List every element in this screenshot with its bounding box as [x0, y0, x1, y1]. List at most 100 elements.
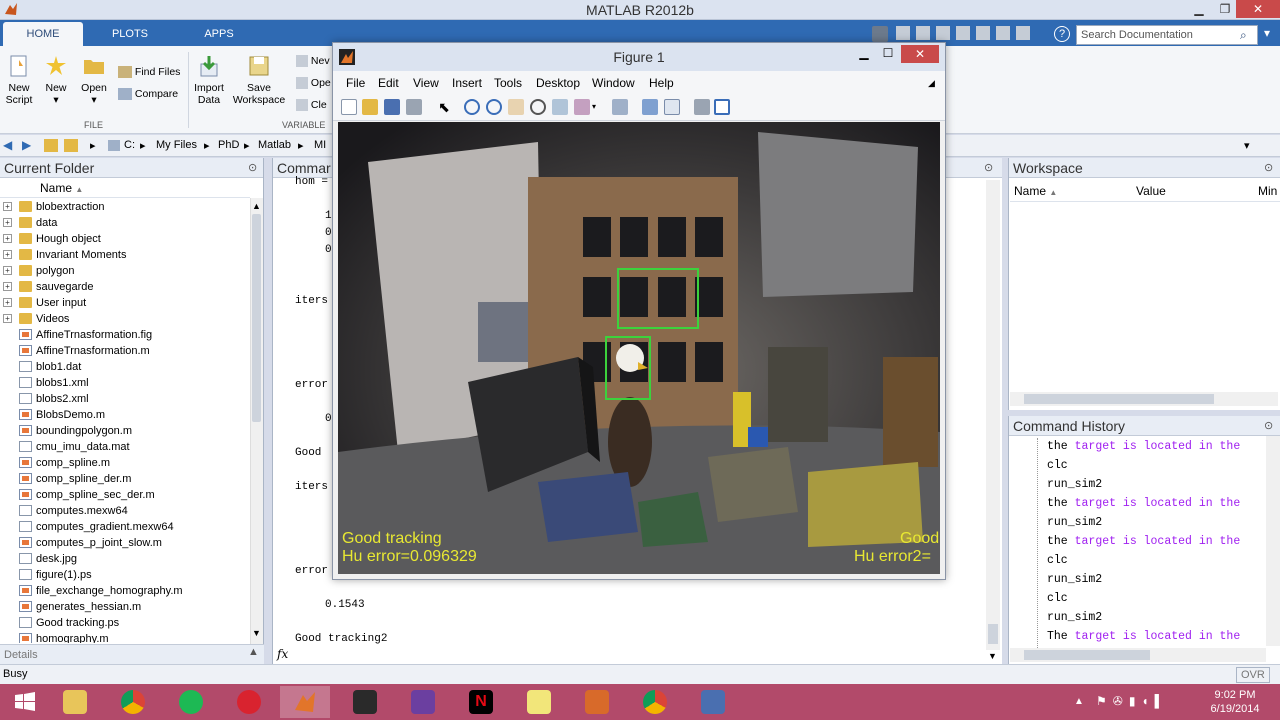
column-header-name[interactable]: Name ▲	[1014, 180, 1057, 204]
taskbar-office[interactable]	[572, 686, 622, 718]
forward-icon[interactable]: ▶	[22, 138, 31, 152]
up-folder-icon[interactable]	[44, 139, 58, 152]
data-cursor-icon[interactable]	[552, 99, 568, 115]
expand-icon[interactable]: +	[3, 282, 12, 291]
taskbar-clock[interactable]: 9:02 PM 6/19/2014	[1204, 688, 1266, 716]
expand-icon[interactable]: +	[3, 266, 12, 275]
figure-minimize-button[interactable]: ▁	[853, 46, 875, 60]
taskbar-steam[interactable]	[340, 686, 390, 718]
folder-list-item[interactable]: blobs1.xml	[0, 375, 250, 391]
folder-list-item[interactable]: blobs2.xml	[0, 391, 250, 407]
expand-icon[interactable]: +	[3, 234, 12, 243]
show-plot-tools-icon[interactable]	[714, 99, 730, 115]
folder-list-item[interactable]: homography.m	[0, 631, 250, 643]
folder-list-item[interactable]: figure(1).ps	[0, 567, 250, 583]
hide-plot-tools-icon[interactable]	[694, 99, 710, 115]
folder-list-item[interactable]: + sauvegarde	[0, 279, 250, 295]
folder-list-item[interactable]: comp_spline_sec_der.m	[0, 487, 250, 503]
breadcrumb-mi[interactable]: MI	[314, 139, 326, 151]
history-entry[interactable]: run_sim2	[1047, 611, 1102, 624]
menu-desktop[interactable]: Desktop	[536, 76, 580, 90]
history-entry[interactable]: the target is located in the	[1047, 440, 1240, 453]
restore-button[interactable]: ❐	[1212, 0, 1238, 18]
figure-close-button[interactable]: ✕	[901, 45, 939, 63]
link-plot-icon[interactable]	[612, 99, 628, 115]
start-button[interactable]	[0, 686, 50, 718]
panel-menu-icon[interactable]: ⊙	[1264, 161, 1273, 174]
breadcrumb-c[interactable]: C:	[124, 139, 135, 151]
folder-list-item[interactable]: blob1.dat	[0, 359, 250, 375]
taskbar-save[interactable]	[688, 686, 738, 718]
menu-tools[interactable]: Tools	[494, 76, 522, 90]
new-variable-button[interactable]: Nev	[296, 52, 330, 70]
folder-list-item[interactable]: AffineTrnasformation.fig	[0, 327, 250, 343]
history-entry[interactable]: clc	[1047, 592, 1068, 605]
tray-arrow-icon[interactable]: ▲	[1074, 696, 1084, 707]
taskbar-netflix[interactable]: N	[456, 686, 506, 718]
figure-maximize-button[interactable]: ☐	[877, 46, 899, 60]
back-icon[interactable]: ◀	[3, 138, 12, 152]
brush-icon[interactable]	[574, 99, 590, 115]
new-button[interactable]: New ▾	[40, 54, 72, 106]
find-files-button[interactable]: Find Files	[118, 63, 188, 81]
history-hscroll-thumb[interactable]	[1024, 650, 1150, 660]
details-toggle-icon[interactable]: ▲	[248, 646, 259, 658]
minimize-button[interactable]: ▁	[1186, 0, 1212, 18]
new-figure-icon[interactable]	[341, 99, 357, 115]
insert-legend-icon[interactable]	[664, 99, 680, 115]
panel-menu-icon[interactable]: ⊙	[984, 161, 993, 174]
menu-edit[interactable]: Edit	[378, 76, 399, 90]
insert-colorbar-icon[interactable]	[642, 99, 658, 115]
taskbar-yahoo[interactable]	[398, 686, 448, 718]
figure-menu-arrow-icon[interactable]: ◢	[928, 78, 935, 89]
menu-view[interactable]: View	[413, 76, 439, 90]
history-entry[interactable]: run_sim2	[1047, 516, 1102, 529]
close-button[interactable]: ✕	[1236, 0, 1280, 18]
details-panel[interactable]: Details	[0, 644, 264, 664]
browse-folder-icon[interactable]	[64, 139, 78, 152]
breadcrumb-phd[interactable]: PhD	[218, 139, 239, 151]
menu-window[interactable]: Window	[592, 76, 635, 90]
compare-button[interactable]: Compare	[118, 85, 188, 103]
folder-list-item[interactable]: boundingpolygon.m	[0, 423, 250, 439]
folder-list-item[interactable]: computes_p_joint_slow.m	[0, 535, 250, 551]
address-dropdown-icon[interactable]: ▾	[1244, 139, 1250, 152]
folder-list-item[interactable]: BlobsDemo.m	[0, 407, 250, 423]
open-variable-button[interactable]: Ope	[296, 74, 331, 92]
folder-list-item[interactable]: file_exchange_homography.m	[0, 583, 250, 599]
folder-list-item[interactable]: + Invariant Moments	[0, 247, 250, 263]
tab-plots[interactable]: PLOTS	[90, 22, 170, 46]
save-figure-icon[interactable]	[384, 99, 400, 115]
tab-home[interactable]: HOME	[3, 22, 83, 46]
folder-list-item[interactable]: computes_gradient.mexw64	[0, 519, 250, 535]
taskbar-explorer[interactable]	[50, 686, 100, 718]
open-file-icon[interactable]	[362, 99, 378, 115]
folder-list-item[interactable]: cmu_imu_data.mat	[0, 439, 250, 455]
expand-icon[interactable]: +	[3, 250, 12, 259]
clear-workspace-button[interactable]: Cle	[296, 96, 327, 114]
history-entry[interactable]: clc	[1047, 554, 1068, 567]
scroll-down-icon[interactable]: ▼	[988, 651, 997, 661]
toolstrip-menu-icon[interactable]: ▾	[1264, 26, 1270, 40]
breadcrumb-my-files[interactable]: My Files	[156, 139, 197, 151]
folder-list-item[interactable]: + Hough object	[0, 231, 250, 247]
taskbar-matlab[interactable]	[280, 686, 330, 718]
taskbar-sticky-notes[interactable]	[514, 686, 564, 718]
workspace-hscroll-thumb[interactable]	[1024, 394, 1214, 404]
folder-list-item[interactable]: computes.mexw64	[0, 503, 250, 519]
folder-list-item[interactable]: desk.jpg	[0, 551, 250, 567]
zoom-in-icon[interactable]	[464, 99, 480, 115]
print-icon[interactable]	[406, 99, 422, 115]
breadcrumb-matlab[interactable]: Matlab	[258, 139, 291, 151]
folder-list-item[interactable]: comp_spline_der.m	[0, 471, 250, 487]
brush-dropdown-icon[interactable]: ▾	[592, 99, 600, 115]
menu-help[interactable]: Help	[649, 76, 674, 90]
system-tray[interactable]: ⚑✇▮◖▌	[1096, 694, 1186, 710]
expand-icon[interactable]: +	[3, 202, 12, 211]
expand-icon[interactable]: +	[3, 218, 12, 227]
column-header-min[interactable]: Min	[1258, 180, 1277, 202]
history-entry[interactable]: The target is located in the	[1047, 630, 1240, 643]
panel-menu-icon[interactable]: ⊙	[248, 161, 257, 174]
column-header-value[interactable]: Value	[1136, 180, 1166, 202]
search-icon[interactable]: ⌕	[1240, 28, 1247, 43]
